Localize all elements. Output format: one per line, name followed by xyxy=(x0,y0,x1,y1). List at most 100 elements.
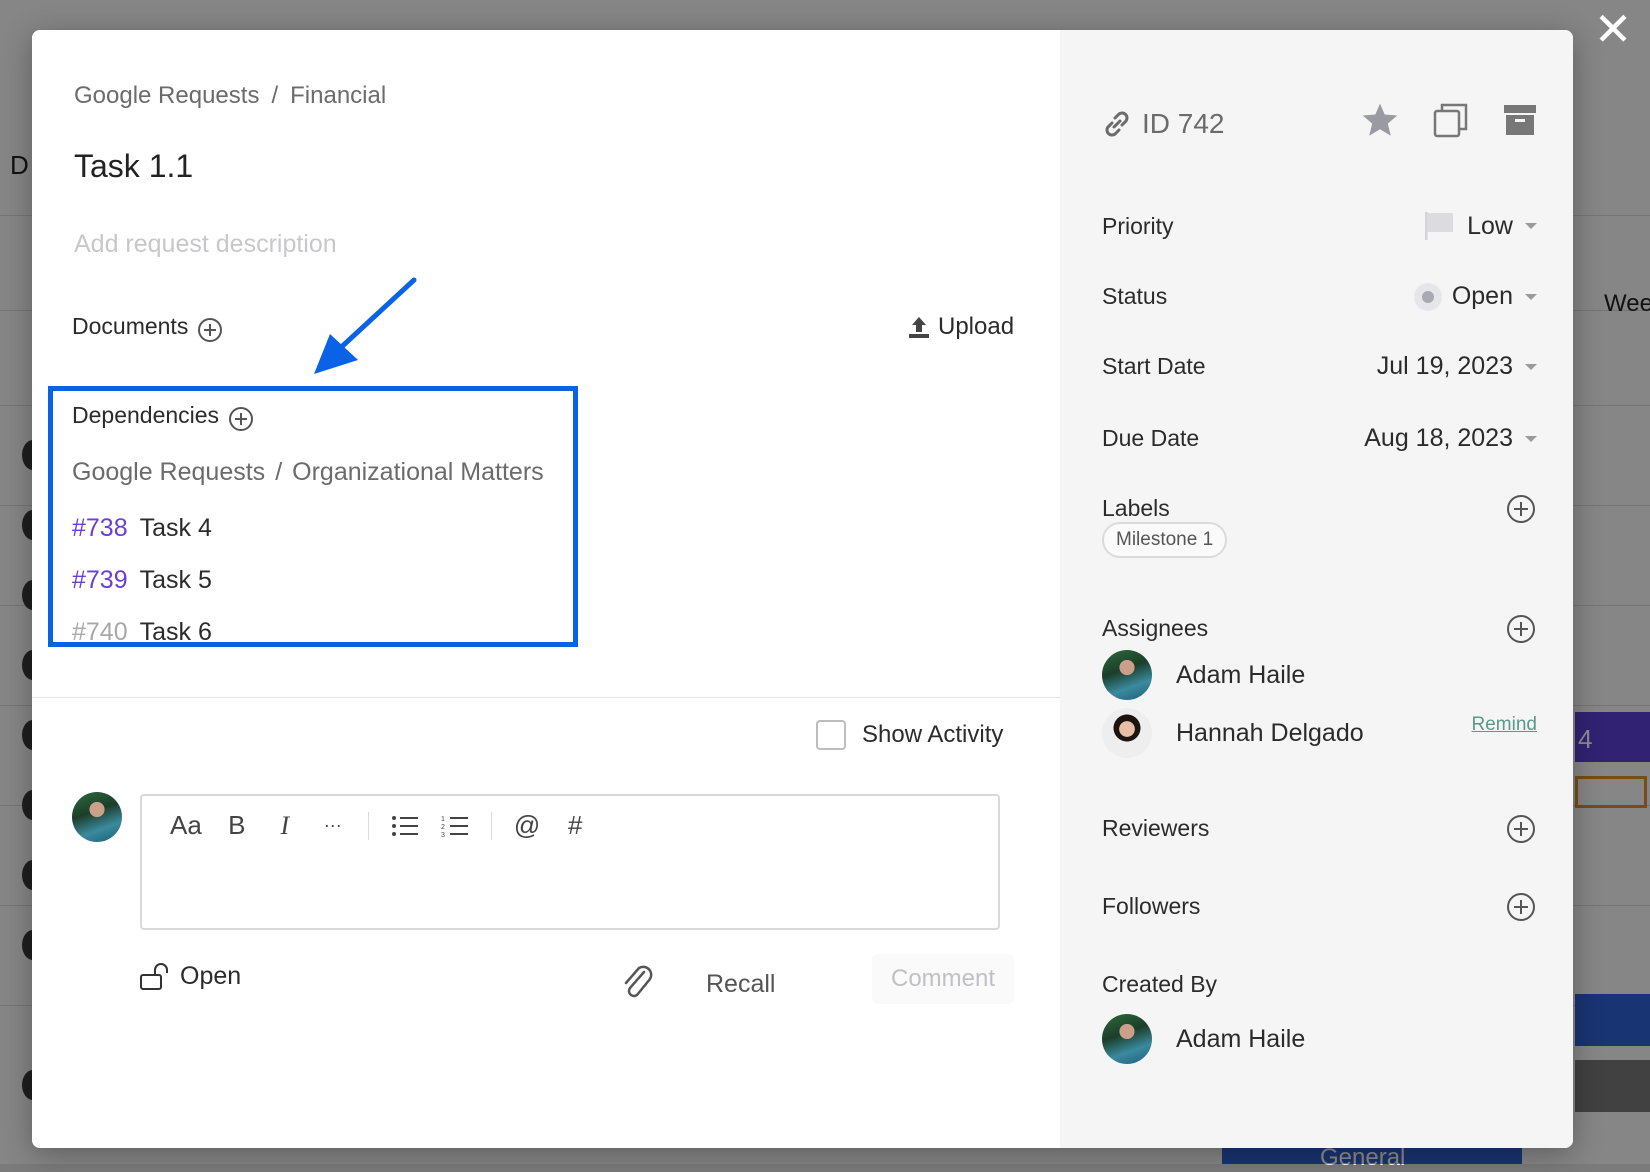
task-sidebar: ID 742 Priority Low Status Open Start Da… xyxy=(1060,30,1573,1148)
task-title[interactable]: Task 1.1 xyxy=(74,148,193,185)
assignee-name: Adam Haile xyxy=(1176,660,1306,689)
add-label-button[interactable] xyxy=(1507,495,1535,523)
section-divider xyxy=(32,697,1060,698)
link-icon xyxy=(1105,111,1129,137)
creator-name: Adam Haile xyxy=(1176,1024,1306,1053)
flag-icon xyxy=(1425,212,1454,240)
labels-label: Labels xyxy=(1102,495,1170,521)
svg-text:3: 3 xyxy=(441,832,445,838)
comment-button[interactable]: Comment xyxy=(872,954,1014,1004)
task-detail-modal: Google Requests / Financial Task 1.1 Add r… xyxy=(32,30,1573,1148)
task-id-label: ID 742 xyxy=(1142,108,1225,139)
status-dot-icon xyxy=(1413,282,1442,311)
dependencies-header: Dependencies xyxy=(72,402,254,431)
label-chip[interactable]: Milestone 1 xyxy=(1102,522,1228,558)
task-main-panel: Google Requests / Financial Task 1.1 Add r… xyxy=(32,30,1060,1148)
add-reviewer-icon[interactable] xyxy=(1507,815,1535,843)
chevron-down-icon xyxy=(1525,223,1537,229)
due-date-picker[interactable]: Aug 18, 2023 xyxy=(1364,424,1537,453)
dependency-name: Task 5 xyxy=(139,566,212,594)
upload-button[interactable]: Upload xyxy=(908,313,1014,341)
editor-toolbar: Aa B I ··· 123 @ # xyxy=(170,810,588,841)
text-style-button[interactable]: Aa xyxy=(170,810,202,841)
paperclip-icon[interactable] xyxy=(620,962,654,1002)
dependency-item[interactable]: #739 Task 5 xyxy=(72,566,212,595)
breadcrumb: Google Requests / Financial xyxy=(74,82,386,110)
toolbar-separator xyxy=(490,811,492,840)
bulleted-list-icon[interactable] xyxy=(391,814,419,838)
add-document-icon[interactable] xyxy=(198,317,223,342)
copy-icon[interactable] xyxy=(1433,102,1469,138)
followers-label: Followers xyxy=(1102,893,1201,919)
breadcrumb-parent[interactable]: Google Requests xyxy=(74,82,259,109)
add-follower-button[interactable] xyxy=(1507,893,1535,921)
assignees-label: Assignees xyxy=(1102,615,1209,641)
task-id[interactable]: ID 742 xyxy=(1102,108,1225,140)
chevron-down-icon xyxy=(1525,363,1537,370)
sidebar-header-actions xyxy=(1361,102,1537,138)
add-reviewer-button[interactable] xyxy=(1507,815,1535,843)
add-assignee-icon[interactable] xyxy=(1507,615,1535,643)
status-value: Open xyxy=(1451,282,1513,310)
dependency-name: Task 6 xyxy=(139,618,212,646)
more-formatting-button[interactable]: ··· xyxy=(320,815,346,836)
dependency-path-separator: / xyxy=(275,458,283,486)
priority-dropdown[interactable]: Low xyxy=(1423,210,1537,242)
due-date-label: Due Date xyxy=(1102,425,1200,451)
assignee-item[interactable]: Hannah Delgado xyxy=(1102,708,1364,758)
show-activity-label: Show Activity xyxy=(862,721,1004,748)
upload-icon xyxy=(909,317,929,338)
add-dependency-icon[interactable] xyxy=(229,406,254,431)
breadcrumb-current[interactable]: Financial xyxy=(290,82,386,109)
dependency-path-current[interactable]: Organizational Matters xyxy=(292,458,544,486)
priority-value: Low xyxy=(1467,211,1513,240)
dependency-item[interactable]: #740 Task 6 xyxy=(72,618,212,647)
show-activity-checkbox[interactable] xyxy=(816,720,846,750)
priority-label: Priority xyxy=(1102,213,1174,239)
show-activity-toggle[interactable]: Show Activity xyxy=(816,720,1003,750)
status-dropdown[interactable]: Open xyxy=(1413,282,1537,311)
open-status-button[interactable]: Open xyxy=(140,962,241,991)
annotation-arrow xyxy=(314,277,417,374)
archive-icon[interactable] xyxy=(1503,103,1537,137)
toolbar-separator xyxy=(367,811,369,840)
add-follower-icon[interactable] xyxy=(1507,893,1535,921)
dependency-name: Task 4 xyxy=(139,514,212,542)
add-label-icon[interactable] xyxy=(1507,495,1535,523)
avatar xyxy=(1102,650,1152,700)
start-date-picker[interactable]: Jul 19, 2023 xyxy=(1377,352,1537,381)
italic-button[interactable]: I xyxy=(272,811,298,841)
dependency-id[interactable]: #740 xyxy=(72,618,128,646)
bold-button[interactable]: B xyxy=(224,810,250,841)
dependency-id[interactable]: #739 xyxy=(72,566,128,594)
comment-editor[interactable]: Aa B I ··· 123 @ # xyxy=(140,794,1000,930)
dependency-id[interactable]: #738 xyxy=(72,514,128,542)
unlock-icon xyxy=(140,962,168,990)
assignee-item[interactable]: Adam Haile xyxy=(1102,650,1305,700)
numbered-list-icon[interactable]: 123 xyxy=(441,814,469,838)
reviewers-label: Reviewers xyxy=(1102,815,1210,841)
dependency-path-parent[interactable]: Google Requests xyxy=(72,458,265,486)
breadcrumb-separator: / xyxy=(271,82,279,109)
assignee-name: Hannah Delgado xyxy=(1176,718,1364,747)
mention-button[interactable]: @ xyxy=(514,810,540,841)
close-icon[interactable]: ✕ xyxy=(1590,6,1636,52)
avatar xyxy=(1102,1014,1152,1064)
created-by-label: Created By xyxy=(1102,971,1218,997)
remind-link[interactable]: Remind xyxy=(1472,714,1537,736)
documents-section: Documents xyxy=(72,313,223,342)
add-assignee-button[interactable] xyxy=(1507,615,1535,643)
star-icon[interactable] xyxy=(1361,102,1399,138)
avatar xyxy=(1102,708,1152,758)
documents-label: Documents xyxy=(72,313,189,339)
current-user-avatar xyxy=(72,792,122,842)
dependency-path: Google Requests / Organizational Matters xyxy=(72,458,544,487)
dependencies-label: Dependencies xyxy=(72,402,220,428)
description-input[interactable]: Add request description xyxy=(74,230,337,259)
hashtag-button[interactable]: # xyxy=(562,810,588,841)
recall-button[interactable]: Recall xyxy=(706,970,775,999)
start-date-value: Jul 19, 2023 xyxy=(1376,352,1513,380)
dependency-item[interactable]: #738 Task 4 xyxy=(72,514,212,543)
status-label: Status xyxy=(1102,283,1168,309)
open-status-label: Open xyxy=(180,962,242,990)
